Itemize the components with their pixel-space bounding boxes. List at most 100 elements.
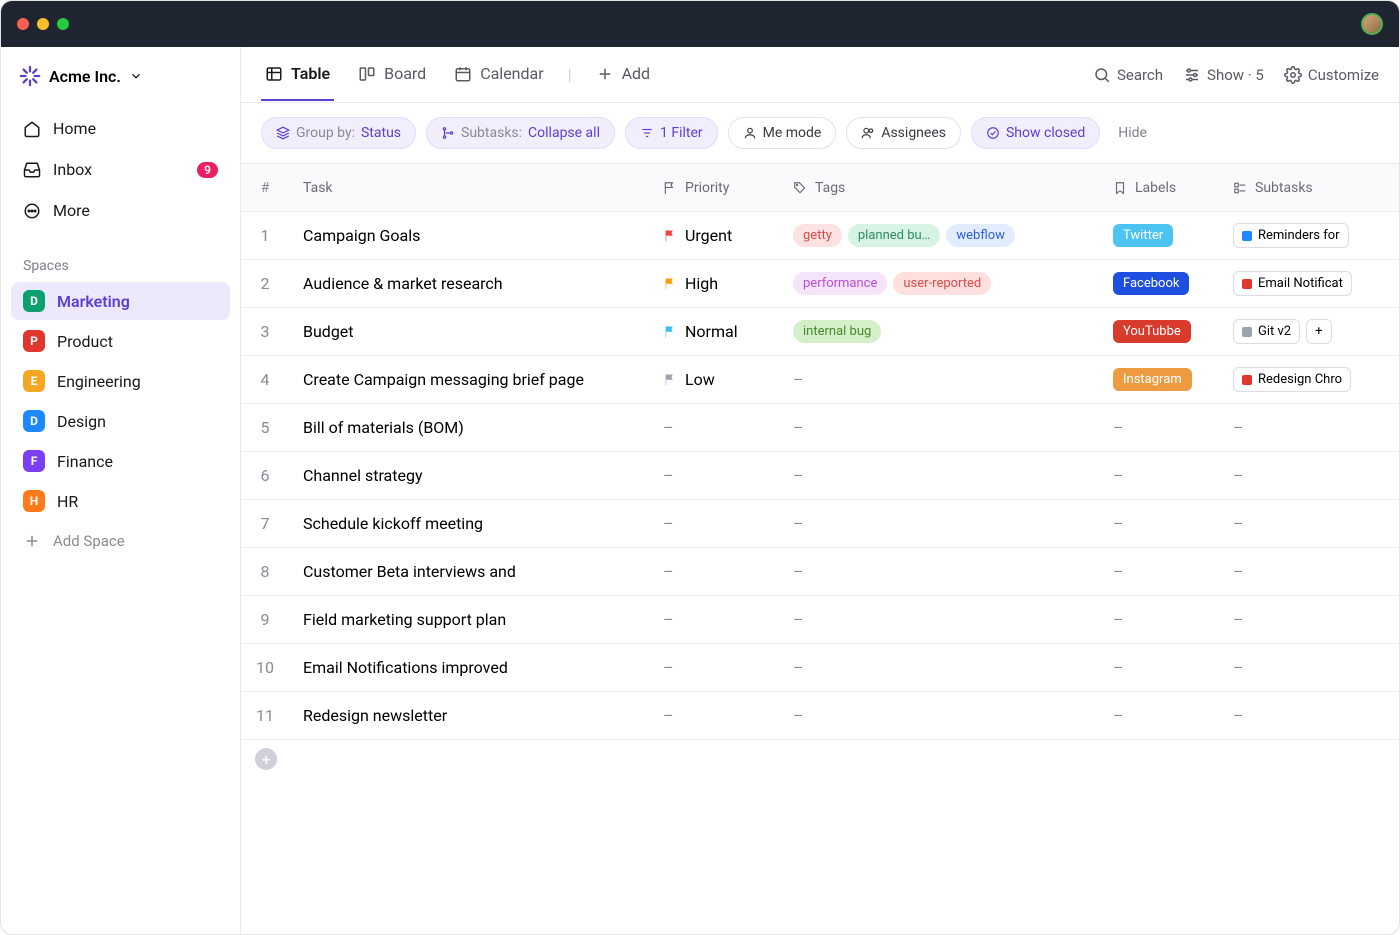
tab-board[interactable]: Board	[354, 48, 430, 101]
user-avatar[interactable]	[1361, 13, 1383, 35]
tags-cell[interactable]: –	[779, 456, 1099, 495]
labels-cell[interactable]: YouTubbe	[1099, 310, 1219, 353]
table-row[interactable]: 8Customer Beta interviews and––––	[241, 548, 1399, 596]
table-row[interactable]: 1Campaign GoalsUrgentgettyplanned bu…web…	[241, 212, 1399, 260]
labels-cell[interactable]: –	[1099, 408, 1219, 447]
tags-cell[interactable]: –	[779, 648, 1099, 687]
maximize-window[interactable]	[57, 18, 69, 30]
labels-cell[interactable]: –	[1099, 600, 1219, 639]
hide-filters-button[interactable]: Hide	[1118, 125, 1147, 141]
task-name[interactable]: Customer Beta interviews and	[289, 552, 649, 591]
task-name[interactable]: Redesign newsletter	[289, 696, 649, 735]
nav-home[interactable]: Home	[11, 109, 230, 148]
table-row[interactable]: 3BudgetNormalinternal bugYouTubbeGit v2+	[241, 308, 1399, 356]
subtasks-cell[interactable]: Email Notificat	[1219, 261, 1399, 306]
priority-cell[interactable]: High	[649, 264, 779, 303]
labels-cell[interactable]: Twitter	[1099, 214, 1219, 257]
label-chip[interactable]: YouTubbe	[1113, 320, 1191, 343]
priority-cell[interactable]: Low	[649, 360, 779, 399]
task-name[interactable]: Email Notifications improved	[289, 648, 649, 687]
priority-cell[interactable]: –	[649, 600, 779, 639]
filter-pill[interactable]: 1 Filter	[625, 117, 718, 149]
tags-cell[interactable]: –	[779, 504, 1099, 543]
priority-cell[interactable]: –	[649, 456, 779, 495]
space-item-product[interactable]: PProduct	[11, 322, 230, 360]
tag-chip[interactable]: internal bug	[793, 320, 881, 343]
tags-cell[interactable]: –	[779, 360, 1099, 399]
col-labels[interactable]: Labels	[1099, 170, 1219, 206]
table-row[interactable]: 10Email Notifications improved––––	[241, 644, 1399, 692]
customize-button[interactable]: Customize	[1284, 66, 1379, 84]
subtask-chip[interactable]: Redesign Chro	[1233, 367, 1351, 392]
close-window[interactable]	[17, 18, 29, 30]
subtask-chip[interactable]: Email Notificat	[1233, 271, 1352, 296]
assignees-pill[interactable]: Assignees	[846, 117, 961, 149]
add-task-button[interactable]: +	[255, 748, 277, 770]
tag-chip[interactable]: performance	[793, 272, 887, 295]
task-name[interactable]: Create Campaign messaging brief page	[289, 360, 649, 399]
workspace-switcher[interactable]: Acme Inc.	[1, 65, 240, 105]
show-button[interactable]: Show · 5	[1183, 66, 1264, 84]
subtasks-cell[interactable]: –	[1219, 552, 1399, 591]
space-item-design[interactable]: DDesign	[11, 402, 230, 440]
task-name[interactable]: Audience & market research	[289, 264, 649, 303]
task-name[interactable]: Campaign Goals	[289, 216, 649, 255]
col-priority[interactable]: Priority	[649, 170, 779, 206]
minimize-window[interactable]	[37, 18, 49, 30]
labels-cell[interactable]: Facebook	[1099, 262, 1219, 305]
labels-cell[interactable]: Instagram	[1099, 358, 1219, 401]
col-subtasks[interactable]: Subtasks	[1219, 170, 1399, 206]
labels-cell[interactable]: –	[1099, 552, 1219, 591]
subtasks-cell[interactable]: –	[1219, 456, 1399, 495]
tags-cell[interactable]: internal bug	[779, 310, 1099, 353]
task-name[interactable]: Bill of materials (BOM)	[289, 408, 649, 447]
task-name[interactable]: Field marketing support plan	[289, 600, 649, 639]
space-item-marketing[interactable]: DMarketing	[11, 282, 230, 320]
task-name[interactable]: Channel strategy	[289, 456, 649, 495]
priority-cell[interactable]: –	[649, 648, 779, 687]
tag-chip[interactable]: planned bu…	[848, 224, 941, 247]
table-row[interactable]: 7Schedule kickoff meeting––––	[241, 500, 1399, 548]
priority-cell[interactable]: –	[649, 504, 779, 543]
tab-table[interactable]: Table	[261, 48, 334, 101]
col-num[interactable]: #	[241, 170, 289, 206]
space-item-hr[interactable]: HHR	[11, 482, 230, 520]
tags-cell[interactable]: performance user-reported	[779, 262, 1099, 305]
subtask-chip[interactable]: Reminders for	[1233, 223, 1349, 248]
subtasks-cell[interactable]: –	[1219, 648, 1399, 687]
priority-cell[interactable]: Urgent	[649, 216, 779, 255]
priority-cell[interactable]: Normal	[649, 312, 779, 351]
subtasks-cell[interactable]: Reminders for	[1219, 213, 1399, 258]
subtasks-pill[interactable]: Subtasks: Collapse all	[426, 117, 615, 149]
labels-cell[interactable]: –	[1099, 696, 1219, 735]
tags-cell[interactable]: –	[779, 552, 1099, 591]
labels-cell[interactable]: –	[1099, 456, 1219, 495]
tag-chip[interactable]: webflow	[946, 224, 1015, 247]
subtasks-cell[interactable]: –	[1219, 504, 1399, 543]
tag-chip[interactable]: getty	[793, 224, 842, 247]
table-row[interactable]: 9Field marketing support plan––––	[241, 596, 1399, 644]
task-name[interactable]: Budget	[289, 312, 649, 351]
tag-chip[interactable]: user-reported	[893, 272, 991, 295]
label-chip[interactable]: Twitter	[1113, 224, 1173, 247]
add-subtask-button[interactable]: +	[1306, 319, 1331, 344]
subtasks-cell[interactable]: –	[1219, 696, 1399, 735]
col-task[interactable]: Task	[289, 170, 649, 206]
tab-add[interactable]: Add	[592, 48, 654, 101]
subtasks-cell[interactable]: Git v2+	[1219, 309, 1399, 354]
subtasks-cell[interactable]: Redesign Chro	[1219, 357, 1399, 402]
subtasks-cell[interactable]: –	[1219, 408, 1399, 447]
task-name[interactable]: Schedule kickoff meeting	[289, 504, 649, 543]
add-space-button[interactable]: Add Space	[1, 520, 240, 562]
priority-cell[interactable]: –	[649, 408, 779, 447]
table-row[interactable]: 11Redesign newsletter––––	[241, 692, 1399, 740]
nav-inbox[interactable]: Inbox 9	[11, 150, 230, 189]
labels-cell[interactable]: –	[1099, 648, 1219, 687]
priority-cell[interactable]: –	[649, 696, 779, 735]
search-button[interactable]: Search	[1093, 66, 1163, 84]
tags-cell[interactable]: –	[779, 408, 1099, 447]
tags-cell[interactable]: getty planned bu…webflow	[779, 214, 1099, 257]
space-item-finance[interactable]: FFinance	[11, 442, 230, 480]
group-by-pill[interactable]: Group by: Status	[261, 117, 416, 149]
show-closed-pill[interactable]: Show closed	[971, 117, 1100, 149]
